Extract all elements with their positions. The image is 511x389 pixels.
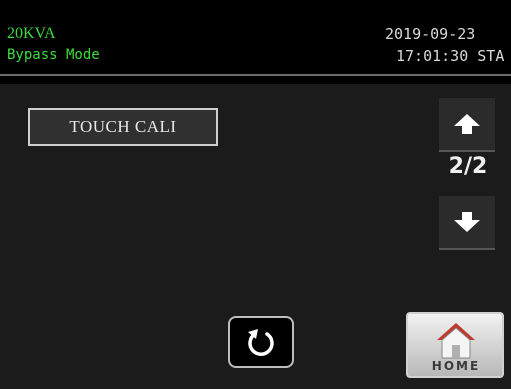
back-button[interactable] (228, 316, 294, 368)
arrow-down-icon (454, 212, 480, 232)
header-gap (0, 76, 511, 84)
home-button[interactable]: HOME (406, 312, 504, 378)
page-down-button[interactable] (439, 196, 495, 250)
home-label: HOME (431, 359, 481, 373)
operating-mode: Bypass Mode (7, 47, 100, 63)
page-up-button[interactable] (439, 98, 495, 152)
time-display: 17:01:30 STA (396, 47, 505, 65)
date-display: 2019-09-23 (385, 25, 476, 43)
house-icon (437, 323, 475, 359)
device-rating: 20KVA (7, 25, 56, 42)
touch-cali-button[interactable]: TOUCH CALI (28, 108, 218, 146)
arrow-up-icon (454, 114, 480, 134)
rotate-back-icon (248, 329, 274, 356)
page-indicator: 2/2 (448, 154, 488, 179)
